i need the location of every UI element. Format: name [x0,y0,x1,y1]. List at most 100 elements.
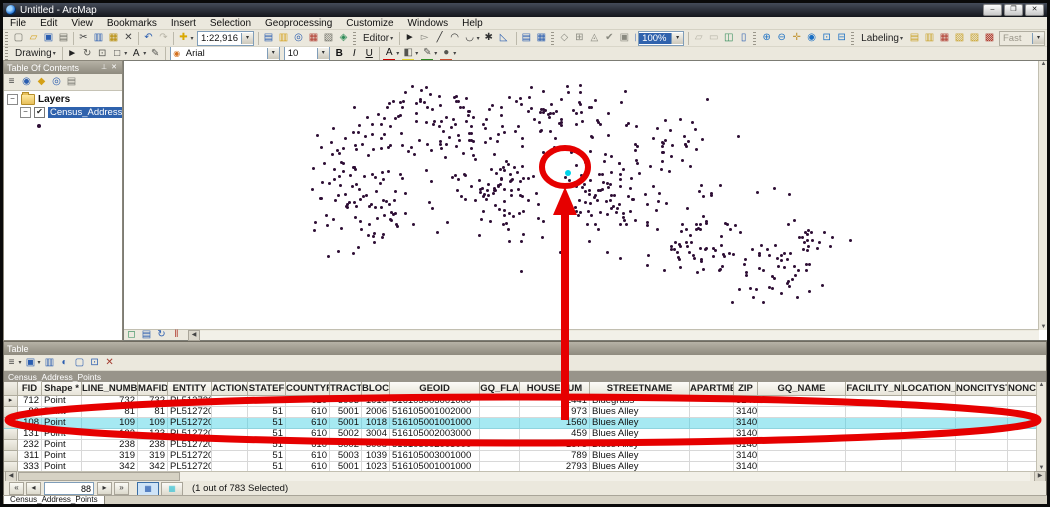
zoom-out-tool[interactable]: ⊖ [775,31,789,45]
fill-color-button[interactable]: ◧▾ [401,47,419,61]
modelbuilder-window-button[interactable]: ◈ [337,31,351,45]
toolbar-grip[interactable] [753,32,756,45]
labeling-menu-button[interactable]: Labeling▾ [857,32,907,45]
list-by-selection-button[interactable]: ◎ [50,75,64,89]
label-priority-button[interactable]: ▥ [923,31,937,45]
print-button[interactable]: ▤ [57,31,71,45]
drawing-menu-button[interactable]: Drawing▾ [11,47,60,60]
menu-insert[interactable]: Insert [164,18,203,29]
column-header-noncitys-[interactable]: NONCITYS_ [1008,382,1037,396]
toc-close-button[interactable]: ✕ [109,63,119,73]
minimize-button[interactable]: – [983,4,1002,16]
toolbar-grip[interactable] [551,32,554,45]
italic-button[interactable]: I [347,47,361,61]
toolbar-grip[interactable] [5,47,8,60]
table-vertical-scrollbar[interactable]: ▲ ▼ [1036,382,1046,471]
menu-file[interactable]: File [3,18,33,29]
column-header-line-numb[interactable]: LINE_NUMB [82,382,138,396]
column-header-gq-name[interactable]: GQ_NAME [758,382,846,396]
toolbar-grip[interactable] [353,32,356,45]
previous-record-button[interactable]: ◂ [26,482,41,495]
scroll-down-icon[interactable]: ▼ [1039,465,1045,471]
zoom-to-elements-button[interactable]: ⊡ [95,47,109,61]
label-weight-button[interactable]: ▦ [938,31,952,45]
column-header-location-[interactable]: LOCATION_ [902,382,956,396]
create-features-window-button[interactable]: ⊞ [572,31,586,45]
point-tool[interactable]: ✱ [482,31,496,45]
clear-selection-button[interactable]: ▢ [73,356,87,370]
menu-help[interactable]: Help [455,18,490,29]
zoom-percent-dropdown-button[interactable]: ▾ [671,33,683,44]
open-file-button[interactable]: ▱ [27,31,41,45]
shape-tool[interactable]: □▾ [110,47,128,61]
line-color-button[interactable]: ✎▾ [420,47,438,61]
marker-color-button[interactable]: ●▾ [439,47,457,61]
table-of-contents-window-button[interactable]: ▤ [262,31,276,45]
column-header-shape-[interactable]: Shape * [42,382,82,396]
column-header-statef[interactable]: STATEF [248,382,286,396]
menu-windows[interactable]: Windows [401,18,456,29]
attributes-window-button[interactable]: ▤ [519,31,533,45]
layout-zoom-page-width-button[interactable]: ▭ [707,31,721,45]
edit-annotation-tool[interactable]: ▻ [418,31,432,45]
column-header-countyf[interactable]: COUNTYF [286,382,330,396]
rotate-element-tool[interactable]: ↻ [80,47,94,61]
column-header-geoid[interactable]: GEOID [390,382,480,396]
select-by-attributes-button[interactable]: ▥ [43,356,57,370]
record-number-input[interactable] [44,482,94,495]
show-selected-records-button[interactable]: ▦ [161,482,183,496]
row-selector-header[interactable] [4,382,18,396]
copy-button[interactable]: ▥ [92,31,106,45]
redo-button[interactable]: ↷ [157,31,171,45]
layers-node[interactable]: − Layers [4,93,122,106]
menu-selection[interactable]: Selection [203,18,258,29]
arc-segment-tool[interactable]: ◡▾ [463,31,481,45]
toc-options-button[interactable]: ▤ [65,75,79,89]
layout-toggle-button[interactable]: ▯ [737,31,751,45]
table-row[interactable]: ▸712Point732732PL51272051610500310165161… [4,396,1037,407]
layer-node-census-address-points[interactable]: − ✔ Census_Address_Points [4,106,122,119]
column-header-streetname[interactable]: STREETNAME [590,382,690,396]
add-data-button[interactable]: ✚▾ [177,31,195,45]
row-selector[interactable]: ▸ [4,396,18,407]
column-header-action[interactable]: ACTION [212,382,248,396]
table-horizontal-scrollbar[interactable]: ◀ ▶ [4,471,1046,481]
view-unplaced-labels-button[interactable]: ▩ [983,31,997,45]
layout-fixed-zoom-button[interactable]: ◫ [722,31,736,45]
refresh-view-button[interactable]: ↻ [155,328,169,342]
restore-button[interactable]: ❐ [1004,4,1023,16]
column-header-fid[interactable]: FID [18,382,42,396]
column-header-facility-n[interactable]: FACILITY_N [846,382,902,396]
full-extent-button[interactable]: ◉ [805,31,819,45]
row-selector[interactable] [4,462,18,471]
editor-menu-button[interactable]: Editor▾ [359,32,397,45]
layer-symbol-row[interactable] [4,119,122,132]
font-size-combo[interactable]: 10 ▾ [284,47,330,61]
list-by-drawing-order-button[interactable]: ≡ [5,75,19,89]
related-tables-button[interactable]: ▣▾ [24,356,42,370]
zoom-in-tool[interactable]: ⊕ [760,31,774,45]
map-scroll-left-button[interactable]: ◀ [188,330,200,341]
menu-customize[interactable]: Customize [339,18,400,29]
validate-edits-button[interactable]: ✔ [602,31,616,45]
font-combo[interactable]: ◉ Arial ▾ [170,47,280,61]
endpoint-arc-tool[interactable]: ◠ [448,31,462,45]
toolbar-grip[interactable] [851,32,854,45]
toc-pin-button[interactable]: ⊥ [99,63,109,73]
map-scale-combo[interactable]: 1:22,916 ▾ [197,31,254,46]
map-vertical-scrollbar[interactable]: ▲ ▼ [1038,61,1048,330]
menu-bookmarks[interactable]: Bookmarks [100,18,164,29]
list-by-source-button[interactable]: ◉ [20,75,34,89]
straight-segment-tool[interactable]: ╱ [433,31,447,45]
delete-selected-button[interactable]: ✕ [103,356,117,370]
column-header-tract[interactable]: TRACT [330,382,362,396]
collapse-icon[interactable]: − [20,107,31,118]
fixed-zoom-out-button[interactable]: ⊟ [835,31,849,45]
text-tool[interactable]: A▾ [129,47,147,61]
zoom-to-selected-button[interactable]: ⊡ [88,356,102,370]
column-header-apartme[interactable]: APARTME [690,382,734,396]
map-scale-dropdown-button[interactable]: ▾ [241,33,253,44]
table-tab-census-address-points[interactable]: Census_Address_Points [3,496,105,505]
row-selector[interactable] [4,440,18,451]
save-button[interactable]: ▣ [42,31,56,45]
